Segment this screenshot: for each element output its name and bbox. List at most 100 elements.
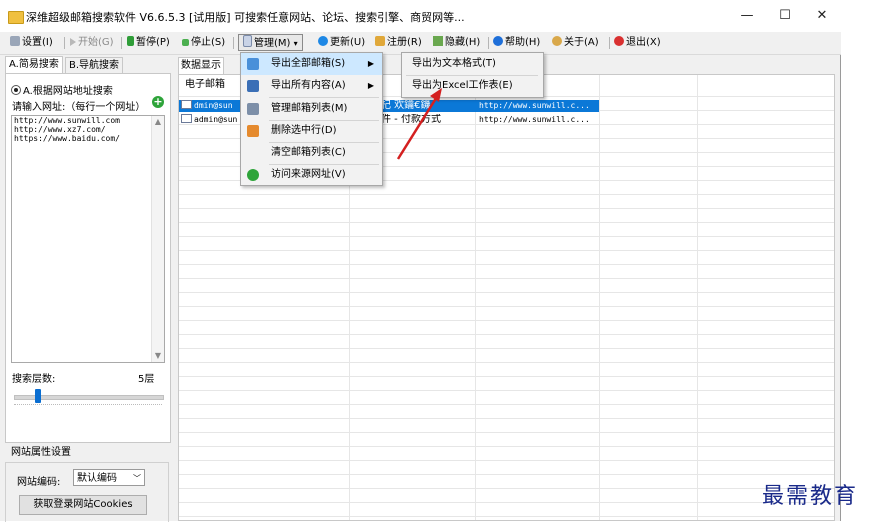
get-cookies-button[interactable]: 获取登录网站Cookies <box>19 495 147 515</box>
pause-button[interactable]: 暂停(P) <box>127 35 170 51</box>
grid-row-line <box>179 502 834 503</box>
simple-search-panel: A.根据网站地址搜索 请输入网址:（每行一个网址） + http://www.s… <box>5 73 171 443</box>
url-cell: http://www.sunwill.c... <box>479 115 590 124</box>
pause-label: 暂停(P) <box>136 37 170 48</box>
grid-row-line <box>179 306 834 307</box>
menu-item-export-all-emails[interactable]: 导出全部邮箱(S) ▶ <box>241 53 382 75</box>
manage-dropdown-menu: 导出全部邮箱(S) ▶ 导出所有内容(A) ▶ 管理邮箱列表(M) 删除选中行(… <box>240 52 383 186</box>
scroll-down-icon[interactable]: ▼ <box>152 350 164 362</box>
grid-row-line <box>179 194 834 195</box>
grid-row-line <box>179 334 834 335</box>
grid-row-line <box>179 376 834 377</box>
start-button[interactable]: 开始(G) <box>70 35 114 51</box>
grid-row-line <box>179 222 834 223</box>
tab-data-display[interactable]: 数据显示 <box>178 57 224 75</box>
depth-slider[interactable] <box>14 387 164 407</box>
url-textarea[interactable]: http://www.sunwill.com http://www.xz7.co… <box>11 115 165 363</box>
url-prompt: 请输入网址:（每行一个网址） <box>12 102 146 113</box>
encoding-label: 网站编码: <box>17 477 61 488</box>
exit-icon <box>614 36 624 46</box>
column-header-email[interactable]: 电子邮箱 <box>185 77 225 93</box>
key-icon <box>375 36 385 46</box>
menu-item-export-text[interactable]: 导出为文本格式(T) <box>402 53 543 75</box>
add-url-icon[interactable]: + <box>152 96 164 108</box>
minimize-button[interactable]: — <box>733 6 761 26</box>
menu-item-visit-source[interactable]: 访问来源网址(V) <box>241 164 382 186</box>
radio-label: A.根据网站地址搜索 <box>23 86 113 97</box>
close-button[interactable]: ✕ <box>808 6 836 26</box>
help-button[interactable]: 帮助(H) <box>493 35 540 51</box>
toolbar-separator <box>233 37 234 49</box>
radio-dot-icon <box>11 85 21 95</box>
stop-button[interactable]: 停止(S) <box>182 35 225 51</box>
annotation-arrow <box>396 88 442 160</box>
menu-item-label: 导出为文本格式(T) <box>412 58 496 69</box>
play-icon <box>70 38 76 46</box>
title-bar: 深维超级邮箱搜索软件 V6.6.5.3 [试用版] 可搜索任意网站、论坛、搜索引… <box>0 0 841 32</box>
grid-row-line <box>179 488 834 489</box>
about-button[interactable]: 关于(A) <box>552 35 599 51</box>
encoding-value: 默认编码 <box>77 473 117 484</box>
group-title: 网站属性设置 <box>11 447 71 458</box>
grid-row-line <box>179 516 834 517</box>
register-button[interactable]: 注册(R) <box>375 35 422 51</box>
menu-item-manage-list[interactable]: 管理邮箱列表(M) <box>241 98 382 120</box>
grid-divider <box>599 75 600 520</box>
app-window: 深维超级邮箱搜索软件 V6.6.5.3 [试用版] 可搜索任意网站、论坛、搜索引… <box>0 0 841 522</box>
manage-button[interactable]: 管理(M) ▾ <box>238 34 303 51</box>
help-icon <box>493 36 503 46</box>
site-settings-group: 网站属性设置 网站编码: 默认编码 ﹀ 获取登录网站Cookies <box>5 440 169 522</box>
about-icon <box>552 36 562 46</box>
menu-item-clear-list[interactable]: 清空邮箱列表(C) <box>241 142 382 164</box>
chevron-down-icon: ﹀ <box>133 474 141 483</box>
toolbar-separator <box>64 37 65 49</box>
url-line: http://www.xz7.com/ <box>14 125 106 134</box>
maximize-button[interactable]: ☐ <box>771 6 799 26</box>
exit-button[interactable]: 退出(X) <box>614 35 661 51</box>
settings-button[interactable]: 设置(I) <box>10 35 53 51</box>
hide-label: 隐藏(H) <box>445 37 481 48</box>
url-search-radio[interactable]: A.根据网站地址搜索 <box>11 82 113 97</box>
grid-row-line <box>179 264 834 265</box>
manage-label: 管理(M) <box>254 38 291 49</box>
grid-divider <box>475 75 476 520</box>
submenu-arrow-icon: ▶ <box>367 81 374 90</box>
toolbar-separator <box>609 37 610 49</box>
window-title: 深维超级邮箱搜索软件 V6.6.5.3 [试用版] 可搜索任意网站、论坛、搜索引… <box>26 11 465 24</box>
email-text: dmin@sun <box>194 101 233 110</box>
about-label: 关于(A) <box>564 37 599 48</box>
url-scrollbar[interactable]: ▲ ▼ <box>151 116 164 362</box>
grid-row-line <box>179 362 834 363</box>
pause-icon <box>127 36 134 46</box>
url-line: http://www.sunwill.com <box>14 116 120 125</box>
grid-row-line <box>179 418 834 419</box>
menu-item-label: 清空邮箱列表(C) <box>271 147 346 158</box>
slider-thumb[interactable] <box>35 389 41 403</box>
scroll-up-icon[interactable]: ▲ <box>152 116 164 128</box>
url-cell: http://www.sunwill.c... <box>479 101 590 110</box>
stop-icon <box>182 39 189 46</box>
menu-item-export-all-content[interactable]: 导出所有内容(A) ▶ <box>241 75 382 97</box>
register-label: 注册(R) <box>387 37 422 48</box>
url-line: https://www.baidu.com/ <box>14 134 120 143</box>
depth-label: 搜索层数: <box>12 374 56 385</box>
email-text: admin@sun <box>194 115 238 124</box>
globe-icon <box>247 169 259 181</box>
wrench-icon <box>10 36 20 46</box>
refresh-icon <box>318 36 328 46</box>
grid-row-line <box>179 446 834 447</box>
app-folder-icon <box>8 11 24 24</box>
grid-row-line <box>179 208 834 209</box>
grid-row-line <box>179 460 834 461</box>
menu-item-label: 访问来源网址(V) <box>271 169 346 180</box>
update-button[interactable]: 更新(U) <box>318 35 365 51</box>
delete-row-icon <box>247 125 259 137</box>
grid-row-line <box>179 348 834 349</box>
encoding-select[interactable]: 默认编码 ﹀ <box>73 469 145 486</box>
left-panel: A.简易搜索 B.导航搜索 A.根据网站地址搜索 请输入网址:（每行一个网址） … <box>5 56 171 443</box>
submenu-arrow-icon: ▶ <box>367 59 374 68</box>
watermark-text: 最需教育 <box>762 484 859 509</box>
hide-button[interactable]: 隐藏(H) <box>433 35 480 51</box>
menu-item-delete-selected[interactable]: 删除选中行(D) <box>241 120 382 142</box>
grid-row-line <box>179 390 834 391</box>
